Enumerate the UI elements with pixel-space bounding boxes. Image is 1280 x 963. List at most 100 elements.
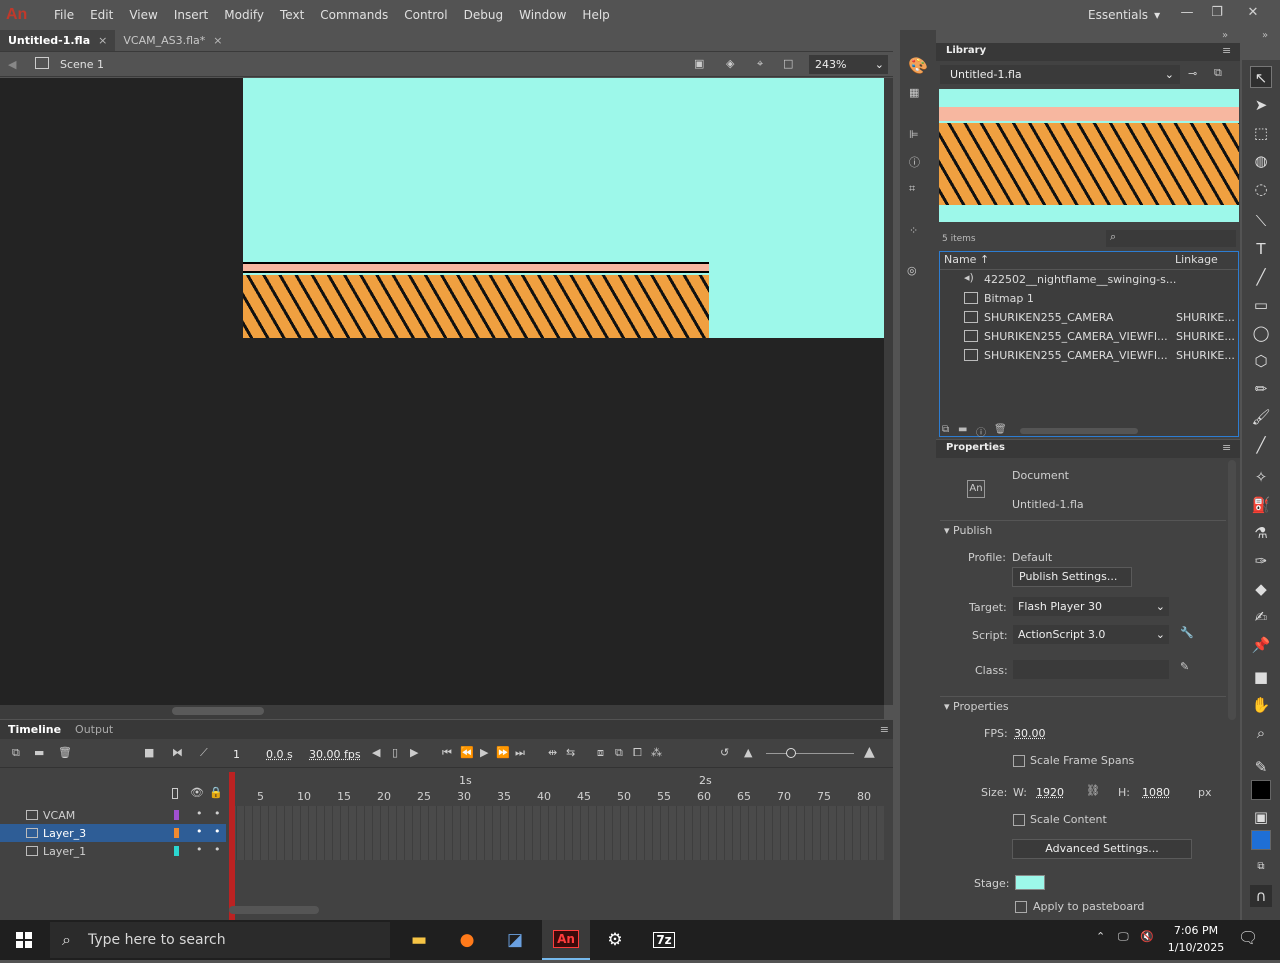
text-tool-icon[interactable]: T	[1250, 238, 1272, 260]
frame-rate[interactable]: 30.00 fps	[309, 748, 361, 761]
new-folder-icon[interactable]: ▬	[958, 424, 967, 435]
taskbar-search[interactable]: ⌕ Type here to search	[50, 922, 390, 958]
publish-section[interactable]: ▾ Publish	[944, 524, 992, 537]
subselection-tool-icon[interactable]: ➤	[1250, 94, 1272, 116]
selection-tool-icon[interactable]: ↖	[1250, 66, 1272, 88]
current-frame[interactable]: 1	[233, 748, 240, 761]
library-item-viewfinder-2[interactable]: SHURIKEN255_CAMERA_VIEWFI... SHURIKE...	[940, 346, 1238, 365]
asset-warp-icon[interactable]: 📌	[1250, 634, 1272, 656]
class-input[interactable]	[1013, 660, 1169, 679]
library-hscroll-thumb[interactable]	[1020, 428, 1138, 434]
fill-bucket-icon[interactable]: ▣	[1250, 806, 1272, 828]
library-document-dropdown[interactable]: Untitled-1.fla ⌄	[940, 65, 1180, 84]
settings-gear-icon[interactable]: ⚙	[591, 920, 639, 960]
graph-icon[interactable]: ⟋	[200, 746, 208, 760]
publish-settings-button[interactable]: Publish Settings...	[1012, 567, 1132, 587]
minimize-button[interactable]: —	[1172, 0, 1202, 28]
col-name-header[interactable]: Name ↑	[944, 253, 989, 266]
swap-colors-icon[interactable]: ⧉	[1250, 856, 1272, 878]
center-frame-icon[interactable]: ⇹	[548, 746, 557, 759]
undo-icon[interactable]: ↺	[720, 746, 729, 759]
play-icon[interactable]: ▶	[480, 746, 488, 759]
library-item-sound[interactable]: ◂) 422502__nightflame__swinging-s...	[940, 270, 1238, 289]
visibility-dot[interactable]: •	[196, 843, 203, 856]
collapse-icon[interactable]: »	[1222, 30, 1228, 41]
eyedropper-icon[interactable]: ✑	[1250, 550, 1272, 572]
align-icon[interactable]: ⊫	[909, 128, 919, 141]
menu-insert[interactable]: Insert	[166, 0, 216, 30]
horizontal-scroll-thumb[interactable]	[172, 707, 264, 715]
close-window-button[interactable]: ✕	[1238, 0, 1268, 28]
layer-color-swatch[interactable]	[174, 810, 179, 820]
stroke-color-swatch[interactable]	[1251, 780, 1271, 800]
snap-magnet-icon[interactable]: ∩	[1250, 885, 1272, 907]
firefox-icon[interactable]: ●	[443, 920, 491, 960]
properties-scrollbar[interactable]	[1228, 460, 1236, 720]
panel-menu-icon[interactable]: ≡	[1222, 441, 1231, 454]
info-icon[interactable]: ⓘ	[909, 154, 920, 170]
brush-tool-icon[interactable]: ╱	[1250, 434, 1272, 456]
pencil-icon[interactable]: ✎	[1180, 660, 1189, 673]
scale-content-checkbox[interactable]	[1013, 814, 1025, 826]
menu-view[interactable]: View	[121, 0, 165, 30]
menu-window[interactable]: Window	[511, 0, 574, 30]
visibility-dot[interactable]: •	[196, 825, 203, 838]
library-title[interactable]: Library	[946, 45, 986, 56]
pencil-tool-icon[interactable]: ✏	[1250, 378, 1272, 400]
properties-title[interactable]: Properties	[946, 442, 1005, 453]
tab-timeline[interactable]: Timeline	[8, 723, 61, 736]
library-search-input[interactable]: ⌕	[1106, 230, 1236, 247]
hand-tool-icon[interactable]: ✋	[1250, 694, 1272, 716]
chevron-up-icon[interactable]: ⌃	[1096, 930, 1105, 943]
library-item-camera[interactable]: SHURIKEN255_CAMERA SHURIKE...	[940, 308, 1238, 327]
layer-row-layer-1[interactable]: Layer_1 • •	[0, 842, 226, 860]
bitmap-pink-strip[interactable]	[243, 262, 709, 273]
menu-edit[interactable]: Edit	[82, 0, 121, 30]
modify-markers-icon[interactable]: ⁂	[651, 746, 662, 759]
width-tool-icon[interactable]: ✍	[1250, 606, 1272, 628]
edit-scene-icon[interactable]: ▣	[694, 57, 704, 70]
layer-row-layer-3[interactable]: Layer_3 • •	[0, 824, 226, 842]
apply-pasteboard-checkbox[interactable]	[1015, 901, 1027, 913]
fps-value[interactable]: 30.00	[1014, 727, 1046, 740]
file-explorer-icon[interactable]: ▬	[395, 920, 443, 960]
script-dropdown[interactable]: ActionScript 3.0 ⌄	[1013, 625, 1169, 644]
network-icon[interactable]: 🖵	[1118, 930, 1129, 944]
step-back-icon[interactable]: ⏪	[460, 746, 474, 759]
eraser-icon[interactable]: ◆	[1250, 578, 1272, 600]
snap-icon[interactable]: ⌖	[757, 57, 763, 71]
wrench-icon[interactable]: 🔧	[1180, 626, 1194, 639]
onion-outline-icon[interactable]: ⧉	[615, 746, 623, 760]
menu-file[interactable]: File	[46, 0, 82, 30]
collapse-icon[interactable]: »	[1262, 30, 1268, 41]
trash-icon[interactable]: 🗑	[58, 746, 72, 759]
menu-text[interactable]: Text	[272, 0, 312, 30]
elapsed-time[interactable]: 0.0 s	[266, 748, 293, 761]
advanced-settings-button[interactable]: Advanced Settings...	[1012, 839, 1192, 859]
menu-commands[interactable]: Commands	[312, 0, 396, 30]
volume-mute-icon[interactable]: 🔇	[1140, 930, 1154, 943]
library-item-bitmap[interactable]: Bitmap 1	[940, 289, 1238, 308]
lock-dot[interactable]: •	[214, 843, 221, 856]
layer-color-swatch[interactable]	[174, 846, 179, 856]
lock-icon[interactable]: 🔒	[209, 786, 223, 799]
workspace-switcher[interactable]: Essentials ▾	[1088, 0, 1160, 30]
new-symbol-icon[interactable]: ⧉	[942, 424, 949, 435]
col-linkage-header[interactable]: Linkage	[1175, 253, 1218, 266]
properties-section[interactable]: ▾ Properties	[944, 700, 1009, 713]
menu-control[interactable]: Control	[396, 0, 455, 30]
layer-row-vcam[interactable]: VCAM • •	[0, 806, 226, 824]
editor-app-icon[interactable]: ◪	[491, 920, 539, 960]
layer-depth-icon[interactable]: ⧓	[172, 746, 183, 759]
line-tool-icon[interactable]: ╱	[1250, 266, 1272, 288]
pen-tool-icon[interactable]: ⟍	[1250, 210, 1272, 232]
menu-help[interactable]: Help	[574, 0, 617, 30]
bone-tool-icon[interactable]: ✧	[1250, 466, 1272, 488]
animate-taskbar-icon[interactable]: An	[542, 920, 590, 960]
cc-libraries-icon[interactable]: ◎	[907, 264, 917, 277]
new-layer-icon[interactable]: ⧉	[12, 746, 20, 760]
camera-tool-icon[interactable]: ■	[1250, 666, 1272, 688]
properties-icon[interactable]: ⓘ	[976, 424, 986, 439]
new-library-panel-icon[interactable]: ⧉	[1214, 66, 1222, 80]
tab-untitled-1[interactable]: Untitled-1.fla ×	[0, 30, 116, 51]
